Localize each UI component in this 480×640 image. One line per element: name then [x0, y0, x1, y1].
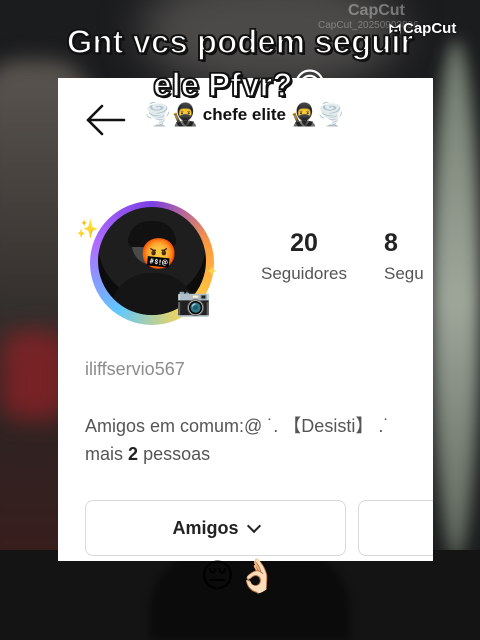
- friends-button-label: Amigos: [172, 517, 239, 538]
- mutual-friends[interactable]: Amigos em comum:@ ˙. 【Desisti】 .˙ mais 2…: [85, 412, 433, 468]
- followers-label: Seguidores: [260, 264, 347, 283]
- camera-icon: 📷: [176, 286, 211, 317]
- caption-line-2: ele Pfvr?🙃: [0, 63, 480, 106]
- mutual-friends-count: 2: [128, 444, 139, 464]
- username: iliffservio567: [85, 359, 185, 379]
- following-count: 8: [384, 229, 398, 257]
- capcut-watermark: CapCut: [348, 2, 405, 19]
- caption-line-1: Gnt vcs podem seguir: [66, 22, 414, 61]
- video-caption: Gnt vcs podem seguir ele Pfvr?🙃: [0, 20, 480, 106]
- friends-button[interactable]: Amigos: [85, 500, 346, 556]
- back-arrow-icon[interactable]: [84, 102, 126, 138]
- followers-count: 20: [290, 229, 318, 257]
- mutual-friends-names: Amigos em comum:@ ˙. 【Desisti】 .˙: [85, 416, 390, 436]
- chevron-down-icon: [246, 518, 261, 534]
- followers-stat[interactable]: 20 Seguidores: [250, 228, 358, 284]
- star-icon: ✦: [206, 263, 218, 279]
- following-label: Segu: [384, 264, 424, 283]
- upside-down-face-icon: 🙃: [292, 66, 327, 103]
- message-button[interactable]: [358, 500, 433, 556]
- mutual-friends-more: mais 2 pessoas: [85, 444, 211, 464]
- angry-face-icon: 🤬: [140, 238, 178, 271]
- following-stat[interactable]: 8 Segu: [384, 228, 433, 284]
- caption-line-2-text: ele Pfvr?: [152, 65, 293, 104]
- bottom-emojis: 😔👌🏻: [200, 557, 280, 594]
- sparkle-icon: ✨: [76, 219, 99, 239]
- profile-screenshot: 🌪️🥷 chefe elite 🥷🌪️ 🤬 ✨ ✦ 📷 20 Seguidore…: [58, 78, 433, 561]
- avatar[interactable]: 🤬 ✨ ✦ 📷: [76, 193, 226, 333]
- profile-title-text: chefe elite: [202, 105, 286, 124]
